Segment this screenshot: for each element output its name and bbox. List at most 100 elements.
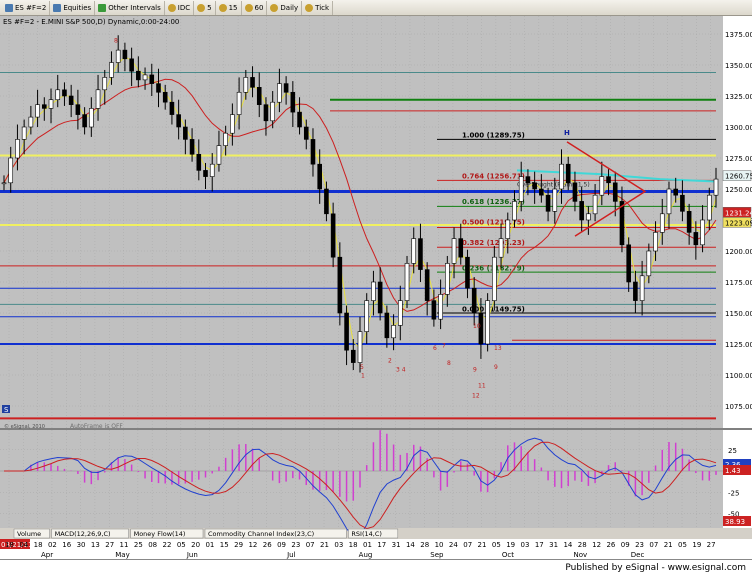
- day-label: 26: [606, 541, 615, 549]
- symbol-field[interactable]: ES #F=2: [2, 0, 51, 15]
- price-axis-label: 1200.00: [725, 248, 752, 256]
- price-bar: [680, 194, 685, 212]
- price-bar: [612, 182, 618, 202]
- price-bar: [21, 126, 27, 140]
- daily-button[interactable]: Daily: [267, 0, 303, 15]
- interval-5-button[interactable]: 5: [194, 0, 216, 15]
- price-bar: [35, 104, 40, 118]
- day-label: 01: [205, 541, 214, 549]
- price-bar: [223, 132, 228, 146]
- price-bar: [706, 194, 712, 221]
- price-bar: [518, 176, 524, 202]
- price-bar: [75, 104, 81, 115]
- price-bar: [498, 238, 504, 258]
- price-axis-label: 1350.00: [725, 62, 752, 70]
- price-bar: [169, 101, 175, 115]
- clock-icon: [197, 3, 206, 12]
- day-label: 31: [392, 541, 401, 549]
- price-bar: [203, 170, 208, 177]
- price-bar: [283, 83, 289, 93]
- macd-axis-label: 25: [728, 447, 737, 455]
- price-bar: [512, 201, 517, 221]
- td-count-label: 10: [473, 323, 481, 330]
- price-bar: [136, 70, 141, 81]
- price-bar: [599, 176, 605, 196]
- day-label: 07: [306, 541, 315, 549]
- price-bar: [559, 163, 564, 190]
- price-bar: [55, 89, 61, 101]
- intervals-icon: [98, 3, 107, 12]
- day-label: 11: [120, 541, 129, 549]
- price-bar: [82, 114, 87, 128]
- status-bar: Published by eSignal - www.esignal.com: [0, 559, 752, 575]
- equities-menu[interactable]: Equities: [50, 0, 96, 15]
- other-intervals-label: Other Intervals: [108, 3, 161, 12]
- day-label: 28: [420, 541, 429, 549]
- toolbar: ES #F=2 Equities Other Intervals IDC 5 1…: [0, 0, 752, 16]
- symbol-icon: [5, 3, 13, 12]
- macd-badge-label: 1.43: [725, 467, 741, 475]
- day-label: 21: [320, 541, 329, 549]
- daily-label: Daily: [280, 3, 299, 12]
- price-axis-label: 1250.00: [725, 186, 752, 194]
- price-bar: [391, 325, 396, 339]
- td-count-label: 3 4: [396, 366, 406, 373]
- price-bar: [492, 256, 497, 301]
- price-bar: [68, 95, 74, 105]
- idc-button[interactable]: IDC: [165, 0, 195, 15]
- tick-label: Tick: [315, 3, 330, 12]
- price-bar: [458, 238, 464, 258]
- fib-label: 1.000 (1289.75): [462, 132, 525, 140]
- price-bar: [243, 77, 249, 93]
- clock-icon: [218, 3, 227, 12]
- price-bar: [431, 300, 437, 320]
- price-bar: [505, 219, 511, 239]
- price-bar: [290, 91, 296, 113]
- price-bar: [350, 349, 356, 363]
- day-label: 17: [535, 541, 544, 549]
- price-bar: [539, 188, 544, 196]
- macd-axis-label: -25: [728, 489, 739, 497]
- day-label: 15: [220, 541, 229, 549]
- price-bar: [633, 281, 638, 301]
- chart-area[interactable]: 1.000 (1289.75) 0.764 (1256.71) 0.618 (123…: [0, 16, 752, 559]
- price-axis-label: 1300.00: [725, 124, 752, 132]
- interval-60-button[interactable]: 60: [242, 0, 268, 15]
- day-label: 18: [34, 541, 43, 549]
- price-badge-label: 1223.09: [725, 219, 752, 227]
- other-intervals-menu[interactable]: Other Intervals: [95, 0, 165, 15]
- td-count-label: 2: [388, 358, 392, 365]
- day-label: 05: [678, 541, 687, 549]
- h-marker: H: [564, 129, 570, 137]
- price-bar: [324, 188, 329, 215]
- price-axis-label: 1375.00: [725, 31, 752, 39]
- interval-60-label: 60: [254, 3, 264, 12]
- price-bar: [176, 114, 181, 128]
- clock-icon: [270, 3, 279, 12]
- price-bar: [230, 114, 235, 134]
- td-count-label: 13: [494, 345, 502, 352]
- price-axis-label: 1275.00: [725, 155, 752, 163]
- price-bar: [646, 250, 652, 277]
- price-bar: [122, 49, 128, 60]
- indicator-tab-label: Commodity Channel Index(23,C): [208, 530, 314, 538]
- price-bar: [364, 300, 370, 332]
- price-chart[interactable]: 1.000 (1289.75)0.764 (1256.71)0.618 (123…: [0, 16, 752, 559]
- price-bar: [162, 91, 168, 103]
- td-count-label: 1: [361, 372, 365, 379]
- month-label: Sep: [430, 551, 444, 559]
- price-bar: [62, 89, 67, 97]
- tick-button[interactable]: Tick: [302, 0, 334, 15]
- price-bar: [693, 232, 699, 246]
- price-bar: [451, 238, 457, 264]
- price-bar: [572, 182, 578, 202]
- price-bar: [713, 178, 719, 196]
- price-bar: [357, 331, 363, 363]
- price-axis-label: 1100.00: [725, 372, 752, 380]
- day-label: 23: [291, 541, 300, 549]
- indicator-tab-label: MACD(12,26,9,C): [55, 530, 111, 538]
- price-bar: [666, 188, 672, 215]
- interval-5-label: 5: [207, 3, 212, 12]
- day-label: 29: [234, 541, 243, 549]
- interval-15-button[interactable]: 15: [216, 0, 242, 15]
